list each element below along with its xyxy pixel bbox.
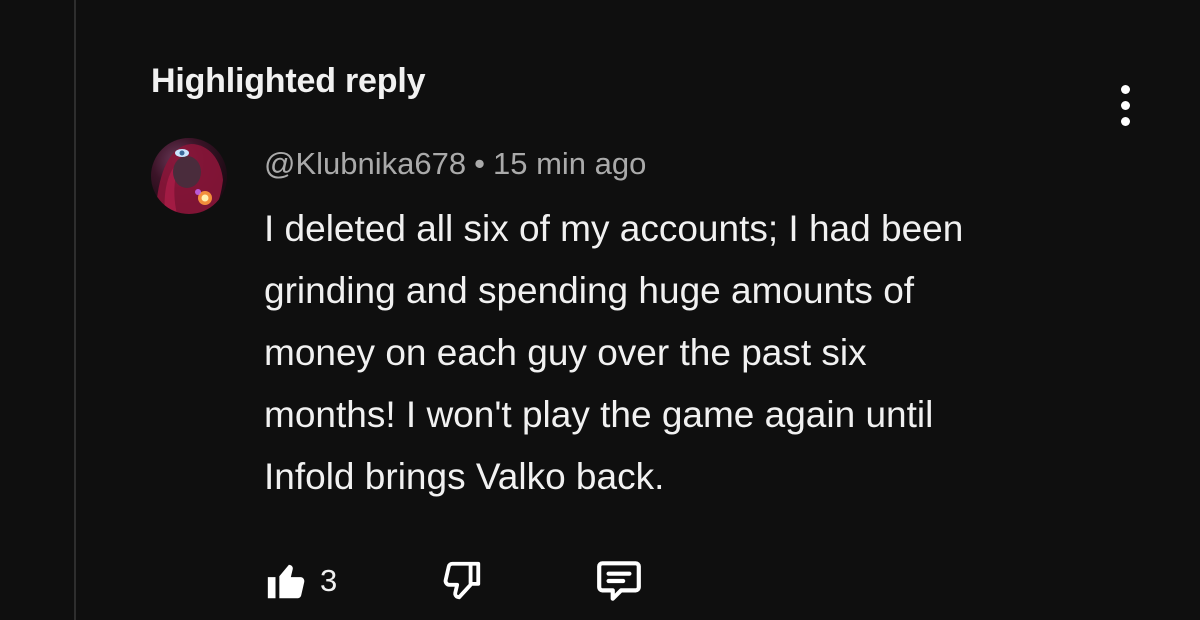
dislike-button[interactable] [438,556,484,606]
thumbs-up-icon [267,564,305,599]
comment-line: money on each guy over the past six [264,332,867,373]
comment-author[interactable]: @Klubnika678 [264,146,466,181]
reply-button[interactable] [594,556,644,606]
comment-line: grinding and spending huge amounts of [264,270,915,311]
more-vert-icon [1120,84,1130,94]
more-options-button[interactable] [1108,80,1142,130]
comment-line: Infold brings Valko back. [264,456,665,497]
comment-meta: @Klubnika678 • 15 min ago [264,146,646,182]
meta-separator: • [474,146,485,181]
like-count: 3 [320,563,338,598]
comment-line: I deleted all six of my accounts; I had … [264,208,964,249]
like-button[interactable]: 3 [264,556,337,606]
highlighted-reply-panel: Highlighted reply @Klubnika678 • 15 min ag… [0,0,1200,620]
comment-text: I deleted all six of my accounts; I had … [264,198,1124,508]
comment-line: months! I won't play the game again unti… [264,394,934,435]
comment-timestamp[interactable]: 15 min ago [493,146,646,181]
thread-line [74,0,76,620]
thumbs-down-icon [443,561,481,600]
section-title: Highlighted reply [151,62,426,100]
avatar[interactable] [151,138,227,214]
comment-icon [597,561,641,601]
